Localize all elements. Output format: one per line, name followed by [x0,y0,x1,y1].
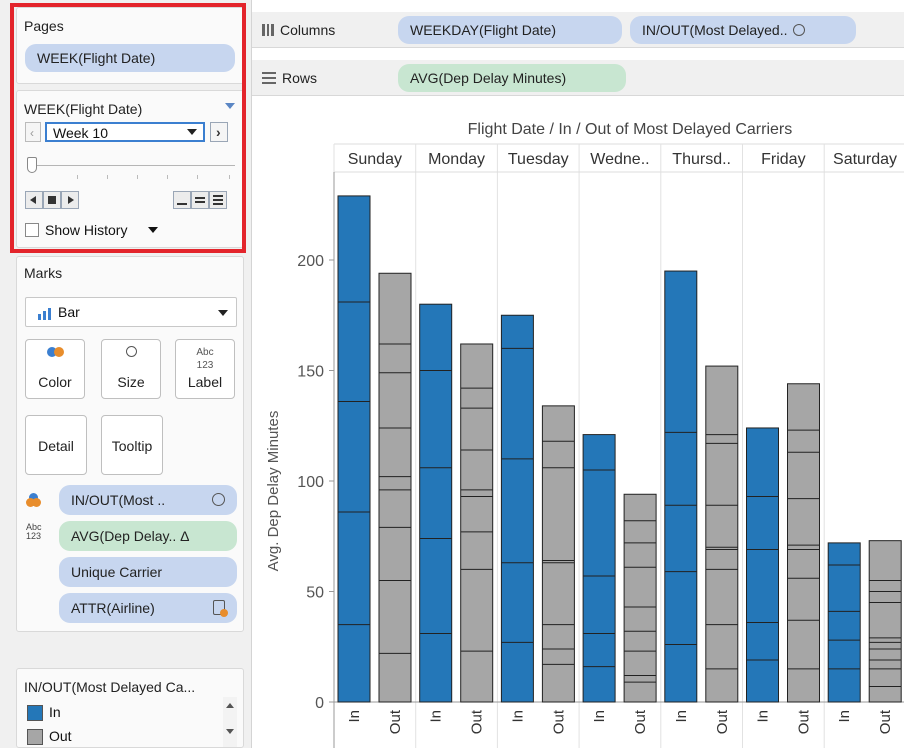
encoding-pill-carrier-text: Unique Carrier [71,564,163,580]
label-tile[interactable]: Abc 123 Label [175,339,235,399]
columns-icon [262,24,274,36]
abc-123-icon: Abc 123 [26,522,42,541]
detail-tile[interactable]: Detail [25,415,87,475]
legend-label-out[interactable]: Out [49,728,72,744]
legend-swatch-in [27,705,43,721]
marks-card-title: Marks [24,265,63,281]
category-header: Saturday [833,151,897,168]
x-subcategory-label: In [591,710,608,723]
rows-icon [262,72,276,84]
encoding-pill-carrier[interactable]: Unique Carrier [59,557,237,587]
scroll-up-icon[interactable] [226,703,234,708]
x-subcategory-label: Out [632,709,649,734]
x-subcategory-label: In [346,710,363,723]
marks-card: Marks Bar Color Size Abc 123 Label Detai… [16,256,244,632]
rows-shelf: Rows AVG(Dep Delay Minutes) [252,60,904,96]
category-header: Monday [428,151,485,168]
x-subcategory-label: In [755,710,772,723]
x-subcategory-label: In [836,710,853,723]
mark-type-select[interactable]: Bar [25,297,237,327]
color-icon [26,346,84,359]
bar-chart: Flight Date / In / Out of Most Delayed C… [265,121,904,748]
category-header: Tuesday [508,151,569,168]
scroll-down-icon[interactable] [226,729,234,734]
rows-label-text: Rows [282,70,318,86]
y-axis-label: Avg. Dep Delay Minutes [265,411,282,572]
abc-123-icon: Abc 123 [196,347,214,371]
category-header: Friday [761,151,805,168]
bar-out [541,405,575,703]
tooltip-tile-label: Tooltip [111,438,153,454]
category-header: Sunday [348,151,402,168]
bar-out [460,343,494,703]
detail-tile-label: Detail [38,438,74,454]
x-subcategory-label: Out [877,709,894,734]
category-header: Wedne.. [590,151,649,168]
attr-icon [213,600,228,617]
y-tick-label: 50 [306,585,324,602]
encoding-pill-inout[interactable]: IN/OUT(Most .. [59,485,237,515]
rows-pill-avg-delay[interactable]: AVG(Dep Delay Minutes) [398,64,626,92]
columns-pill-inout-text: IN/OUT(Most Delayed.. [642,22,788,38]
set-icon [212,493,225,506]
highlight-box [10,3,246,253]
x-subcategory-label: In [673,710,690,723]
color-icon [26,493,42,507]
columns-label-text: Columns [280,22,336,38]
bar-in [827,542,861,703]
bar-in [746,427,779,703]
bar-in [419,303,453,703]
x-subcategory-label: In [428,710,445,723]
columns-shelf: Columns WEEKDAY(Flight Date) IN/OUT(Most… [252,12,904,48]
mark-type-value: Bar [58,304,80,320]
category-header: Thursd.. [672,151,731,168]
bar-in [500,314,534,703]
bar-out [787,383,820,703]
bar-chart-icon [38,308,52,320]
size-icon [102,346,160,359]
encoding-pill-inout-text: IN/OUT(Most .. [71,492,166,508]
rows-shelf-label: Rows [262,70,317,86]
y-tick-label: 200 [297,253,324,270]
label-tile-label: Label [187,374,223,390]
x-subcategory-label: Out [387,709,404,734]
x-subcategory-label: In [509,710,526,723]
encoding-pill-avg-delay[interactable]: AVG(Dep Delay.. Δ [59,521,237,551]
encoding-pill-avg-delay-text: AVG(Dep Delay.. Δ [71,528,190,544]
x-subcategory-label: Out [714,709,731,734]
columns-shelf-label: Columns [262,22,335,38]
y-tick-label: 0 [315,695,324,712]
x-subcategory-label: Out [796,709,813,734]
bar-in [337,195,371,703]
chevron-down-icon [218,310,228,316]
size-tile-label: Size [117,374,145,390]
bar-out [705,365,739,703]
worksheet-area: Columns WEEKDAY(Flight Date) IN/OUT(Most… [252,0,904,748]
columns-pill-weekday[interactable]: WEEKDAY(Flight Date) [398,16,622,44]
bar-in [664,270,698,703]
encoding-pill-airline-text: ATTR(Airline) [71,600,155,616]
legend-swatch-out [27,729,43,745]
legend-scrollbar[interactable] [223,697,237,747]
columns-pill-inout[interactable]: IN/OUT(Most Delayed.. [630,16,856,44]
encoding-pill-airline[interactable]: ATTR(Airline) [59,593,237,623]
bar-in [582,434,616,703]
legend-title: IN/OUT(Most Delayed Ca... [24,679,196,695]
tooltip-tile[interactable]: Tooltip [101,415,163,475]
set-icon [793,24,806,36]
y-tick-label: 100 [297,474,324,491]
x-subcategory-label: Out [469,709,486,734]
x-subcategory-label: Out [550,709,567,734]
legend-card: IN/OUT(Most Delayed Ca... In Out [16,668,244,748]
bar-out [623,493,657,703]
chart-title: Flight Date / In / Out of Most Delayed C… [468,121,793,138]
legend-label-in[interactable]: In [49,704,61,720]
left-panel: Pages WEEK(Flight Date) WEEK(Flight Date… [0,0,252,748]
color-tile[interactable]: Color [25,339,85,399]
size-tile[interactable]: Size [101,339,161,399]
y-tick-label: 150 [297,364,324,381]
bar-out [868,540,902,703]
color-tile-label: Color [38,374,72,390]
bar-out [378,272,412,703]
